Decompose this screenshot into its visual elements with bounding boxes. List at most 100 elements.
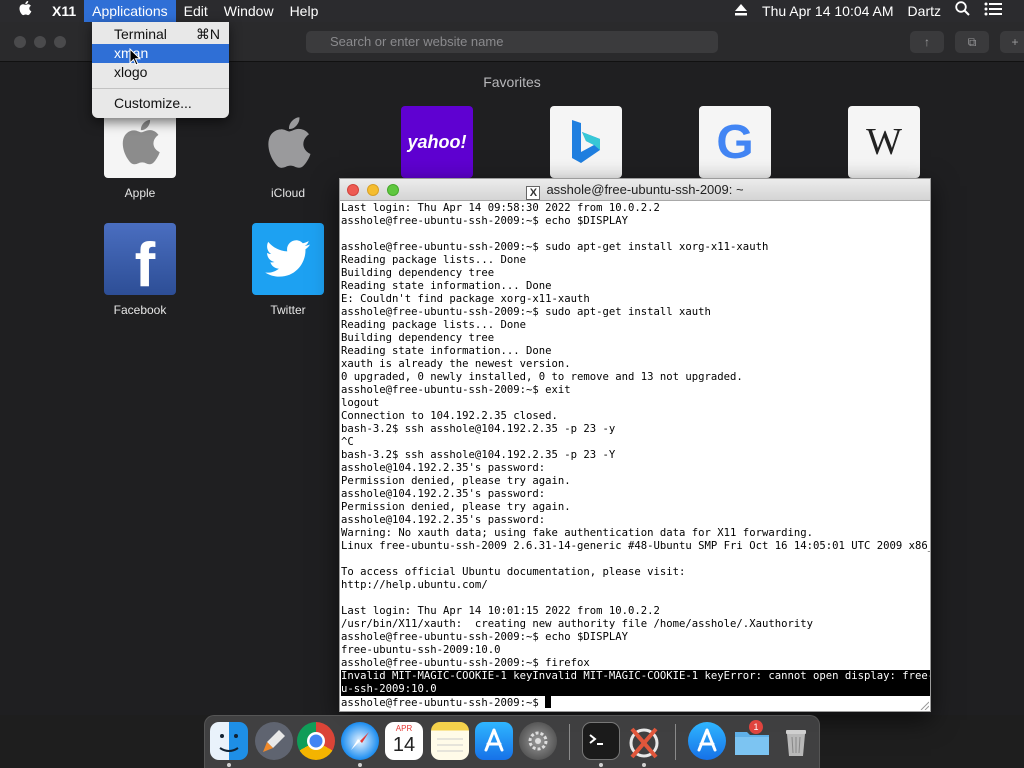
terminal-line: asshole@free-ubuntu-ssh-2009:~$ sudo apt… — [341, 241, 769, 253]
icloud-apple-icon — [252, 106, 324, 178]
safari-icon[interactable] — [341, 722, 379, 760]
menu-item-label: Terminal — [114, 26, 167, 42]
menu-help[interactable]: Help — [282, 0, 327, 22]
launchpad-icon[interactable] — [255, 722, 293, 760]
trash-icon[interactable] — [777, 722, 815, 760]
terminal-line: 0 upgraded, 0 newly installed, 0 to remo… — [341, 371, 743, 383]
favorite-facebook[interactable]: f Facebook — [80, 223, 200, 317]
dock: APR 14 1 — [204, 715, 820, 768]
notification-center-icon[interactable] — [977, 0, 1024, 22]
google-logo-text: G — [716, 115, 754, 169]
app-store-icon[interactable] — [688, 722, 726, 760]
app-name[interactable]: X11 — [44, 0, 84, 22]
dock-separator — [569, 724, 570, 760]
terminal-line: asshole@104.192.2.35's password: — [341, 488, 546, 500]
terminal-line: bash-3.2$ ssh asshole@104.192.2.35 -p 23… — [341, 449, 616, 461]
mouse-pointer-icon — [129, 48, 141, 66]
running-indicator — [227, 763, 231, 767]
address-bar[interactable]: Search or enter website name — [306, 31, 718, 53]
calendar-icon[interactable]: APR 14 — [385, 722, 423, 760]
terminal-line: Linux free-ubuntu-ssh-2009 2.6.31-14-gen… — [341, 540, 930, 552]
terminal-line: Last login: Thu Apr 14 09:58:30 2022 fro… — [341, 202, 660, 214]
terminal-line: asshole@104.192.2.35's password: — [341, 514, 546, 526]
xterm-titlebar[interactable]: Xasshole@free-ubuntu-ssh-2009: ~ — [340, 179, 930, 201]
chrome-icon[interactable] — [297, 722, 335, 760]
dock-separator — [675, 724, 676, 760]
favorite-twitter[interactable]: Twitter — [228, 223, 348, 317]
calendar-day: 14 — [392, 734, 416, 756]
menu-item-label: xlogo — [114, 64, 148, 80]
notes-icon[interactable] — [431, 722, 469, 760]
terminal-line: Connection to 104.192.2.35 closed. — [341, 410, 558, 422]
terminal-line: asshole@free-ubuntu-ssh-2009:~$ sudo apt… — [341, 306, 711, 318]
terminal-line: free-ubuntu-ssh-2009:10.0 — [341, 644, 501, 656]
terminal-line: To access official Ubuntu documentation,… — [341, 566, 686, 578]
terminal-line: asshole@free-ubuntu-ssh-2009:~$ exit — [341, 384, 571, 396]
terminal-line: Building dependency tree — [341, 267, 495, 279]
x11-icon: X — [526, 186, 541, 200]
menu-edit[interactable]: Edit — [176, 0, 216, 22]
xterm-close-button[interactable] — [347, 184, 359, 196]
xterm-window[interactable]: Xasshole@free-ubuntu-ssh-2009: ~ Last lo… — [339, 178, 931, 712]
running-indicator — [358, 763, 362, 767]
menubar-clock[interactable]: Thu Apr 14 10:04 AM — [755, 0, 901, 22]
favorite-apple[interactable]: Apple — [80, 106, 200, 200]
minimize-window-button[interactable] — [34, 36, 46, 48]
favorite-label: Twitter — [270, 303, 306, 317]
xterm-title: asshole@free-ubuntu-ssh-2009: ~ — [546, 182, 744, 197]
xterm-minimize-button[interactable] — [367, 184, 379, 196]
close-window-button[interactable] — [14, 36, 26, 48]
share-icon[interactable]: ↑ — [910, 31, 944, 53]
yahoo-logo-text: yahoo! — [407, 131, 467, 152]
app-store-icon[interactable] — [475, 722, 513, 760]
terminal-icon[interactable] — [582, 722, 620, 760]
terminal-line: Permission denied, please try again. — [341, 501, 571, 513]
favorite-bing[interactable] — [526, 106, 646, 178]
facebook-logo-text: f — [134, 231, 156, 296]
terminal-line: /usr/bin/X11/xauth: creating new authori… — [341, 618, 813, 630]
twitter-bird-icon — [252, 223, 324, 295]
favorite-icloud[interactable]: iCloud — [228, 106, 348, 200]
x11-icon[interactable] — [625, 722, 663, 760]
terminal-line: asshole@free-ubuntu-ssh-2009:~$ firefox — [341, 657, 590, 669]
favorite-yahoo[interactable]: yahoo! — [377, 106, 497, 178]
menu-item-customize[interactable]: Customize... — [92, 94, 229, 113]
terminal-prompt-line: asshole@free-ubuntu-ssh-2009:~$ — [341, 696, 930, 709]
applications-menu: Terminal ⌘N xman xlogo Customize... — [92, 22, 229, 118]
favorite-wikipedia[interactable]: W — [824, 106, 944, 178]
menu-item-xman[interactable]: xman — [92, 44, 229, 63]
xterm-zoom-button[interactable] — [387, 184, 399, 196]
favorite-label: Apple — [124, 186, 156, 200]
notification-badge: 1 — [749, 720, 763, 734]
terminal-selected-line: Invalid MIT-MAGIC-COOKIE-1 keyInvalid MI… — [341, 670, 930, 683]
facebook-logo-icon: f — [104, 223, 176, 295]
menubar-user[interactable]: Dartz — [901, 0, 948, 22]
menu-item-xlogo[interactable]: xlogo — [92, 63, 229, 82]
terminal-line: Reading package lists... Done — [341, 254, 526, 266]
apple-menu-icon[interactable] — [0, 0, 44, 22]
zoom-window-button[interactable] — [54, 36, 66, 48]
new-tab-icon[interactable]: + — [1000, 31, 1024, 53]
google-logo-icon: G — [699, 106, 771, 178]
spotlight-search-icon[interactable] — [948, 0, 977, 22]
resize-grip-icon[interactable] — [919, 700, 929, 710]
eject-icon[interactable] — [727, 0, 755, 22]
favorite-label: iCloud — [270, 186, 306, 200]
show-tabs-icon[interactable]: ⧉ — [955, 31, 989, 53]
system-preferences-icon[interactable] — [519, 722, 557, 760]
finder-icon[interactable] — [210, 722, 248, 760]
menu-window[interactable]: Window — [216, 0, 282, 22]
favorite-google[interactable]: G — [675, 106, 795, 178]
terminal-line: xauth is already the newest version. — [341, 358, 571, 370]
terminal-line: asshole@free-ubuntu-ssh-2009:~$ echo $DI… — [341, 631, 629, 643]
terminal-line: Permission denied, please try again. — [341, 475, 571, 487]
terminal-line: asshole@free-ubuntu-ssh-2009:~$ echo $DI… — [341, 215, 629, 227]
menu-item-terminal[interactable]: Terminal ⌘N — [92, 25, 229, 44]
menu-applications[interactable]: Applications — [84, 0, 176, 22]
terminal-line: asshole@104.192.2.35's password: — [341, 462, 546, 474]
terminal-output[interactable]: Last login: Thu Apr 14 09:58:30 2022 fro… — [340, 202, 930, 711]
terminal-line: Reading package lists... Done — [341, 319, 526, 331]
terminal-line: Warning: No xauth data; using fake authe… — [341, 527, 813, 539]
